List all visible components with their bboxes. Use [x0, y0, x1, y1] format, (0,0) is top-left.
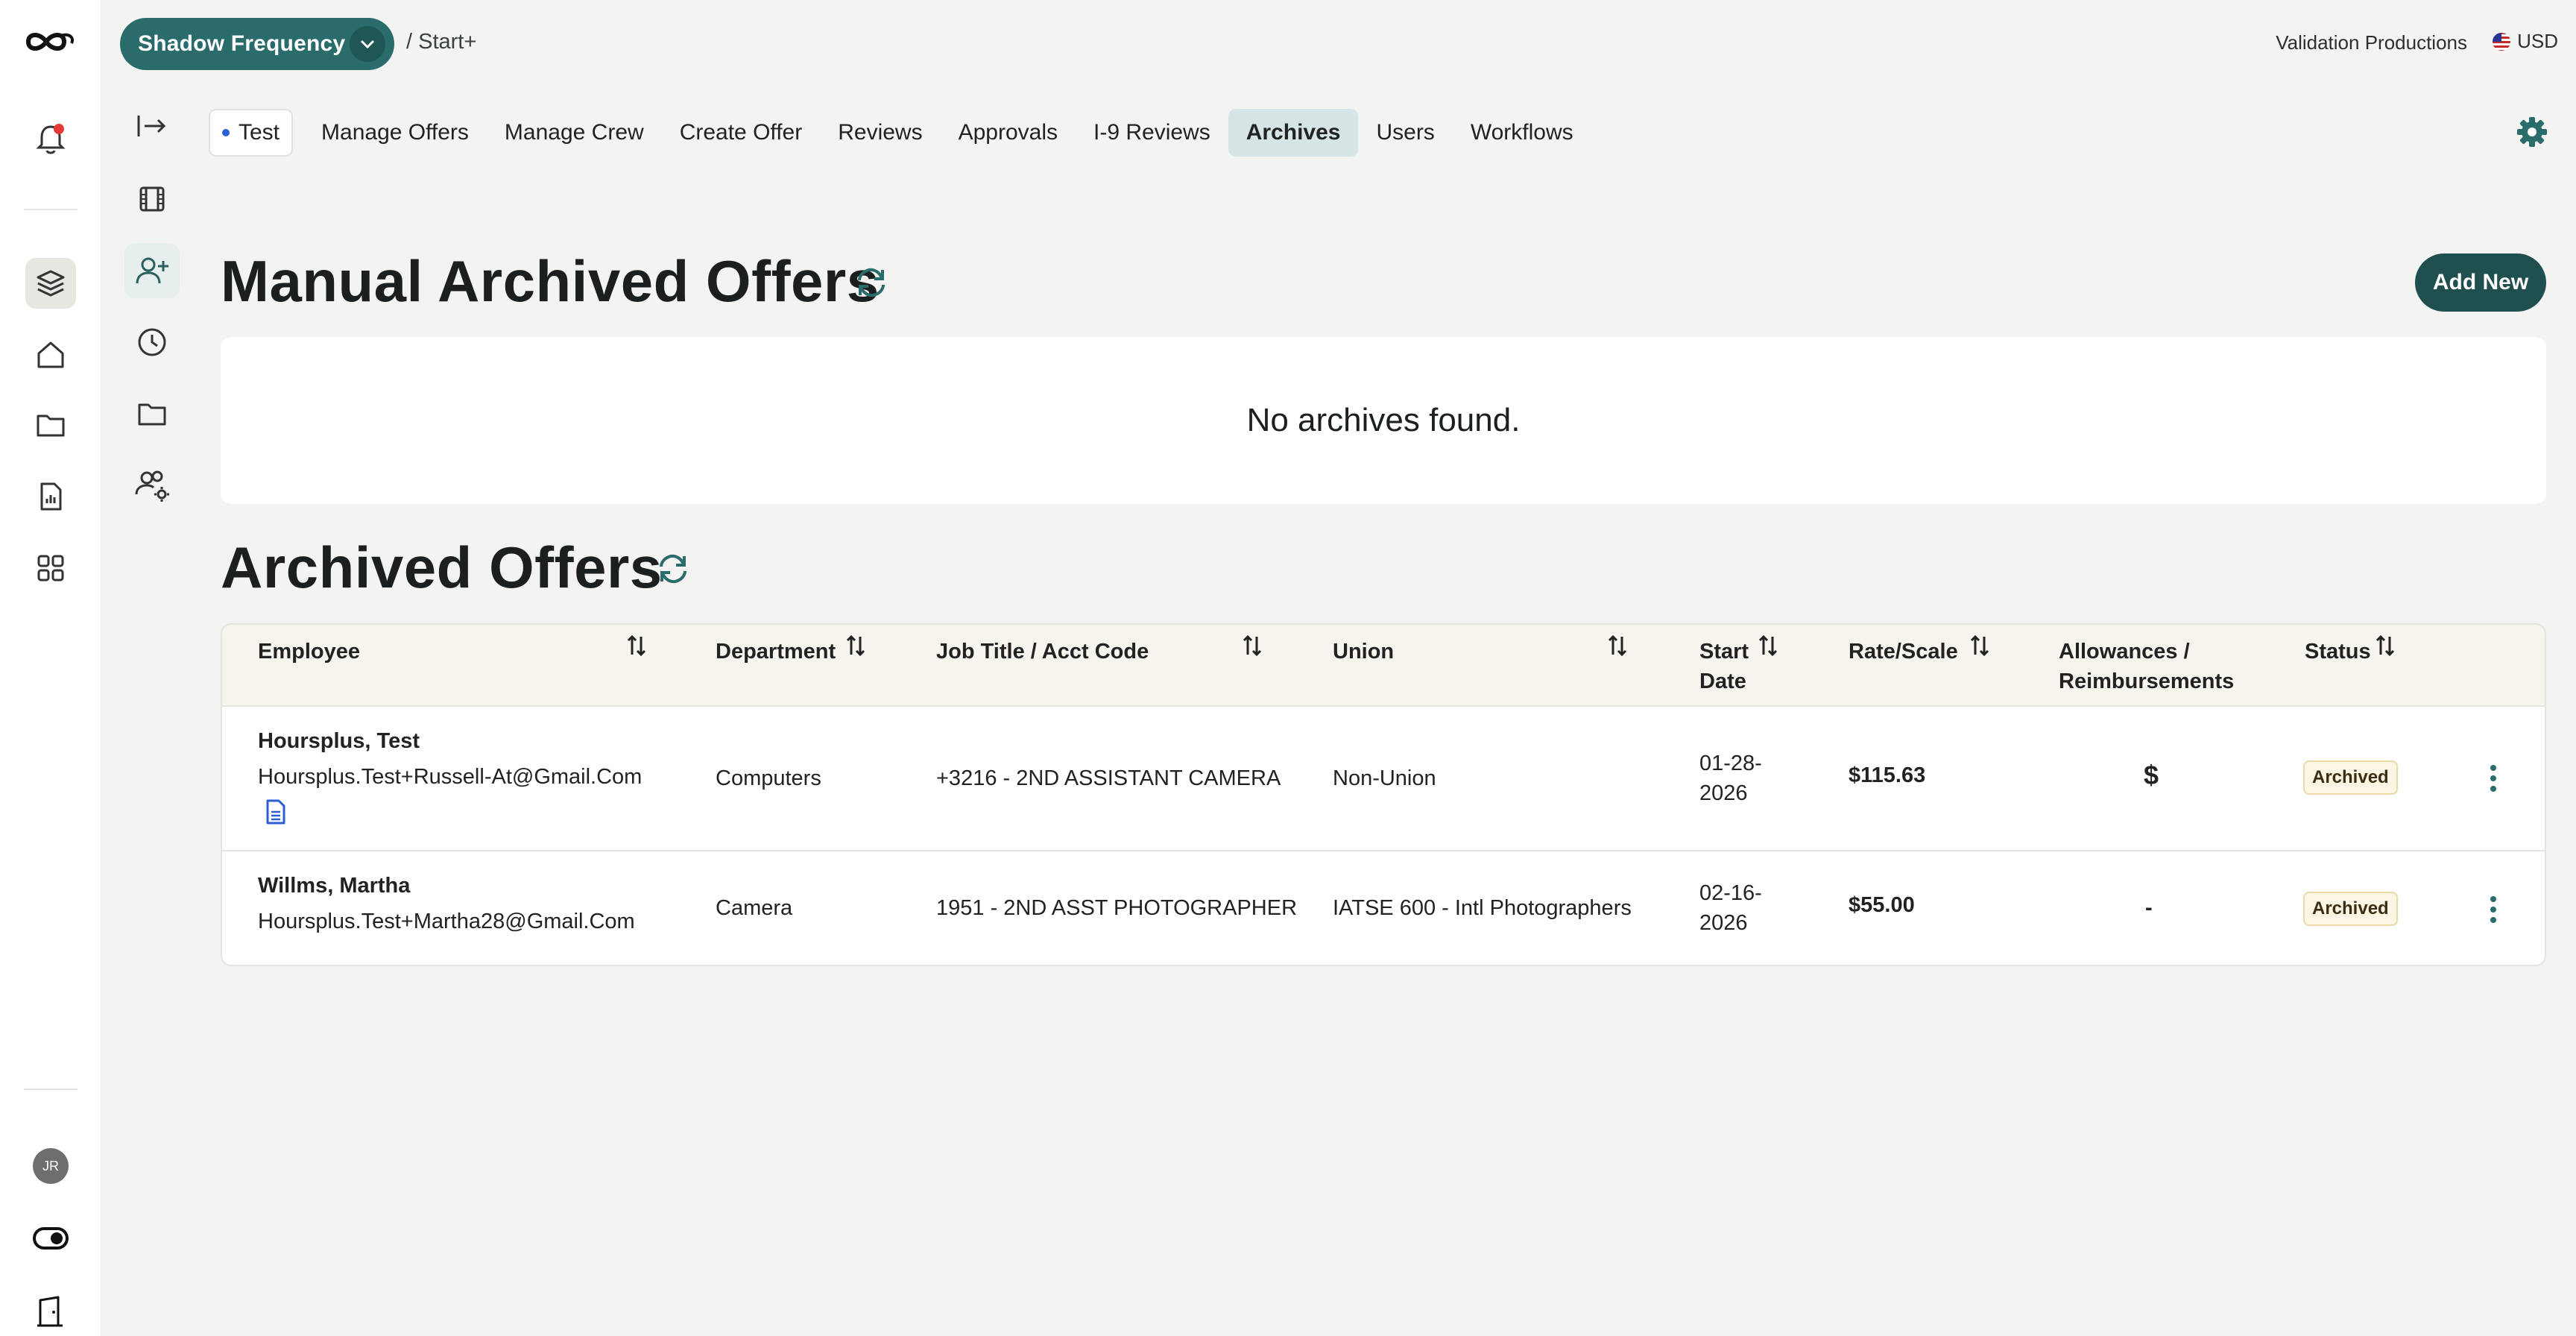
sort-icon[interactable] — [626, 634, 647, 658]
theme-toggle-icon[interactable] — [33, 1227, 69, 1250]
project-selector[interactable]: Shadow Frequency — [120, 18, 394, 70]
header-line: Start — [1699, 640, 1749, 664]
app-logo-icon[interactable] — [22, 25, 78, 58]
sort-icon[interactable] — [2375, 634, 2396, 658]
clock-icon[interactable] — [124, 315, 180, 370]
date-line: 2026 — [1699, 911, 1748, 935]
employee-name[interactable]: Willms, Martha — [258, 871, 410, 901]
column-header-employee[interactable]: Employee — [258, 637, 360, 667]
status-badge: Archived — [2303, 892, 2398, 926]
tab-approvals[interactable]: Approvals — [941, 109, 1076, 157]
column-header-allowances: Allowances / Reimbursements — [2059, 637, 2234, 696]
union-cell: IATSE 600 - Intl Photographers — [1333, 896, 1632, 920]
allowances-cell: - — [2145, 896, 2153, 920]
column-header-department[interactable]: Department — [716, 637, 836, 667]
film-icon[interactable] — [124, 171, 180, 227]
tab-bar: Test Manage Offers Manage Crew Create Of… — [209, 109, 1591, 157]
status-dot — [222, 129, 230, 136]
job-title-cell: +3216 - 2ND ASSISTANT CAMERA — [936, 766, 1281, 790]
archived-offers-table: Employee Department Job Title / Acct Cod… — [221, 623, 2546, 966]
column-header-union[interactable]: Union — [1333, 637, 1394, 667]
project-name: Shadow Frequency — [138, 31, 346, 56]
empty-state-card: No archives found. — [221, 337, 2546, 504]
rail-divider — [24, 209, 78, 210]
archived-offers-title: Archived Offers — [221, 535, 663, 600]
header-line: Reimbursements — [2059, 669, 2235, 693]
home-icon[interactable] — [25, 330, 76, 380]
expand-sidebar-icon[interactable] — [124, 98, 180, 154]
currency-label: USD — [2517, 30, 2558, 52]
union-cell: Non-Union — [1333, 766, 1436, 790]
chevron-down-icon[interactable] — [350, 26, 385, 62]
report-document-icon[interactable] — [25, 471, 76, 522]
sort-icon[interactable] — [1758, 634, 1778, 658]
date-line: 01-28- — [1699, 752, 1762, 775]
column-header-rate[interactable]: Rate/Scale — [1849, 637, 1958, 667]
department-cell: Camera — [716, 896, 793, 920]
us-flag-icon — [2492, 32, 2511, 51]
table-row[interactable]: Willms, Martha Hoursplus.Test+Martha28@G… — [222, 851, 2545, 965]
rate-cell: $55.00 — [1849, 893, 1915, 917]
table-row[interactable]: Hoursplus, Test Hoursplus.Test+Russell-A… — [222, 707, 2545, 851]
users-settings-icon[interactable] — [124, 458, 180, 513]
column-header-job-title[interactable]: Job Title / Acct Code — [936, 637, 1149, 667]
more-options-icon[interactable] — [2482, 892, 2504, 927]
allowances-cell[interactable]: $ — [2144, 760, 2159, 790]
column-header-status[interactable]: Status — [2305, 637, 2371, 667]
gear-icon[interactable] — [2516, 116, 2548, 148]
refresh-icon[interactable] — [656, 552, 690, 586]
tab-archives[interactable]: Archives — [1228, 109, 1359, 157]
employee-email: Hoursplus.Test+Russell-At@Gmail.Com — [258, 765, 643, 789]
start-date-cell: 02-16- 2026 — [1699, 878, 1762, 938]
tab-label: Test — [239, 120, 280, 145]
sort-icon[interactable] — [1969, 634, 1990, 658]
table-header: Employee Department Job Title / Acct Cod… — [222, 625, 2545, 707]
tab-test[interactable]: Test — [209, 109, 294, 157]
user-avatar[interactable]: JR — [33, 1148, 69, 1184]
status-badge: Archived — [2303, 760, 2398, 795]
header-line: Allowances / — [2059, 640, 2190, 664]
currency-selector[interactable]: USD — [2492, 30, 2558, 53]
apps-grid-icon[interactable] — [25, 543, 76, 593]
rail-divider-bottom — [24, 1088, 78, 1090]
manual-archived-title: Manual Archived Offers — [221, 248, 880, 314]
column-header-start-date[interactable]: Start Date — [1699, 637, 1749, 696]
logout-door-icon[interactable] — [36, 1296, 66, 1329]
tab-manage-offers[interactable]: Manage Offers — [303, 109, 487, 157]
employee-name[interactable]: Hoursplus, Test — [258, 726, 420, 756]
empty-state-text: No archives found. — [1246, 402, 1521, 438]
folder-outline-icon[interactable] — [124, 386, 180, 441]
job-title-cell: 1951 - 2ND ASST PHOTOGRAPHER — [936, 896, 1298, 920]
start-date-cell: 01-28- 2026 — [1699, 749, 1762, 808]
tab-create-offer[interactable]: Create Offer — [662, 109, 821, 157]
tab-i9-reviews[interactable]: I-9 Reviews — [1076, 109, 1228, 157]
sort-icon[interactable] — [1607, 634, 1628, 658]
sort-icon[interactable] — [1242, 634, 1263, 658]
add-new-button[interactable]: Add New — [2415, 253, 2546, 312]
department-cell: Computers — [716, 766, 821, 790]
company-name[interactable]: Validation Productions — [2276, 31, 2467, 54]
tab-workflows[interactable]: Workflows — [1453, 109, 1591, 157]
rate-cell: $115.63 — [1849, 763, 1926, 787]
layers-icon[interactable] — [25, 258, 76, 309]
left-rail: JR — [0, 0, 101, 1336]
add-user-icon[interactable] — [124, 243, 180, 298]
refresh-icon[interactable] — [854, 265, 888, 300]
document-icon[interactable] — [265, 799, 286, 825]
breadcrumb[interactable]: / Start+ — [406, 30, 476, 54]
tab-reviews[interactable]: Reviews — [820, 109, 940, 157]
more-options-icon[interactable] — [2482, 760, 2504, 796]
notifications-bell-icon[interactable] — [25, 113, 76, 164]
date-line: 02-16- — [1699, 881, 1762, 905]
employee-email: Hoursplus.Test+Martha28@Gmail.Com — [258, 910, 635, 933]
date-line: 2026 — [1699, 781, 1748, 805]
tab-manage-crew[interactable]: Manage Crew — [487, 109, 662, 157]
sort-icon[interactable] — [845, 634, 866, 658]
folder-icon[interactable] — [25, 400, 76, 450]
header-line: Date — [1699, 669, 1746, 693]
tab-users[interactable]: Users — [1358, 109, 1452, 157]
